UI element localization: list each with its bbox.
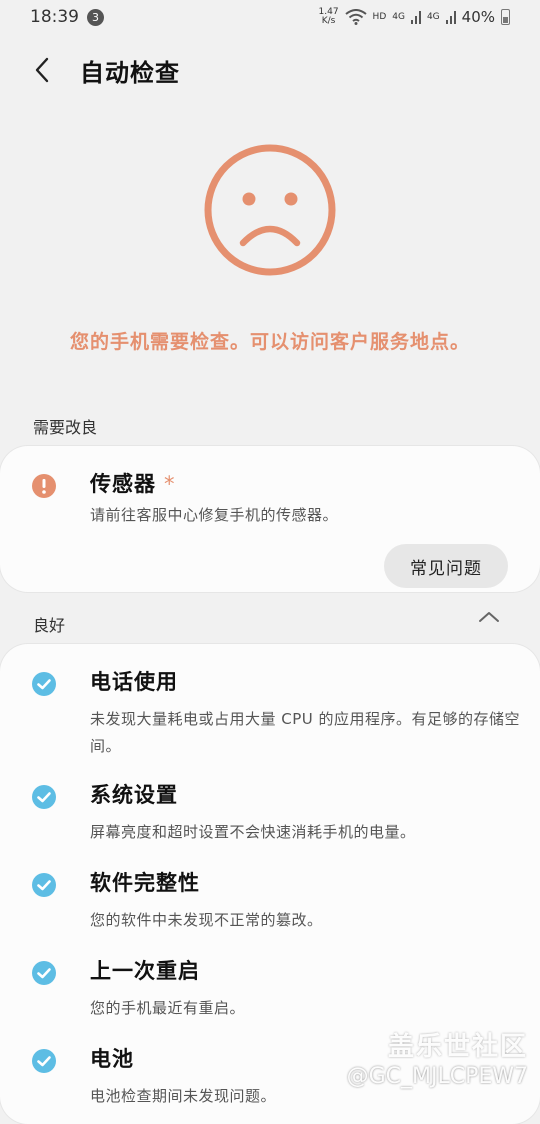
app-bar: 自动检查 bbox=[0, 40, 540, 100]
back-arrow-icon bbox=[35, 57, 49, 83]
check-icon bbox=[32, 1049, 56, 1073]
sad-face-icon bbox=[204, 144, 336, 276]
warning-message: 您的手机需要检查。可以访问客户服务地点。 bbox=[69, 331, 470, 353]
item-description: 未发现大量耗电或占用大量 CPU 的应用程序。有足够的存储空间。 bbox=[90, 710, 521, 755]
item-name: 系统设置 bbox=[90, 783, 178, 807]
item-description: 您的软件中未发现不正常的篡改。 bbox=[90, 911, 323, 929]
check-icon bbox=[32, 672, 56, 696]
battery-percent: 40% bbox=[461, 8, 495, 26]
exclamation-icon bbox=[32, 474, 56, 498]
item-name: 传感器 * bbox=[90, 468, 176, 498]
notification-count-badge: 3 bbox=[87, 8, 104, 26]
net-type-1: 4G bbox=[392, 12, 405, 22]
check-icon bbox=[32, 785, 56, 809]
battery-icon bbox=[501, 9, 510, 25]
item-description: 您的手机最近有重启。 bbox=[90, 999, 246, 1017]
page-title: 自动检查 bbox=[80, 58, 180, 87]
net-type-2: 4G bbox=[426, 12, 440, 22]
status-time: 18:39 bbox=[30, 7, 79, 27]
section-label-good: 良好 bbox=[33, 616, 66, 635]
item-name-text: 传感器 bbox=[90, 472, 156, 496]
item-description: 请前往客服中心修复手机的传感器。 bbox=[90, 506, 339, 524]
faq-button[interactable]: 常见问题 bbox=[384, 544, 508, 588]
signal-icon-2 bbox=[445, 11, 456, 24]
item-name: 电话使用 bbox=[90, 670, 178, 694]
required-star: * bbox=[164, 472, 176, 496]
watermark-handle: @GC_MJLCPEW7 bbox=[346, 1064, 528, 1089]
watermark-title: 盖乐世社区 bbox=[387, 1032, 528, 1062]
net-speed: 1.47 K/s bbox=[319, 8, 339, 26]
item-name: 电池 bbox=[90, 1047, 134, 1071]
item-name: 软件完整性 bbox=[90, 871, 200, 895]
wifi-icon bbox=[344, 9, 367, 25]
status-left: 18:39 3 bbox=[30, 7, 104, 27]
item-name: 上一次重启 bbox=[90, 959, 200, 983]
back-button[interactable] bbox=[12, 40, 72, 100]
section-label-needs-improvement: 需要改良 bbox=[33, 418, 98, 437]
item-description: 屏幕亮度和超时设置不会快速消耗手机的电量。 bbox=[90, 823, 416, 841]
net-speed-unit: K/s bbox=[321, 16, 336, 26]
status-right: 1.47 K/s HD 4G 4G 40% bbox=[319, 8, 510, 26]
hd-label: HD bbox=[372, 12, 387, 22]
chevron-up-icon[interactable] bbox=[478, 610, 500, 624]
check-icon bbox=[32, 873, 56, 897]
check-icon bbox=[32, 961, 56, 985]
status-bar: 18:39 3 1.47 K/s HD 4G 4G 40% bbox=[0, 0, 540, 34]
signal-icon-1 bbox=[410, 11, 421, 24]
